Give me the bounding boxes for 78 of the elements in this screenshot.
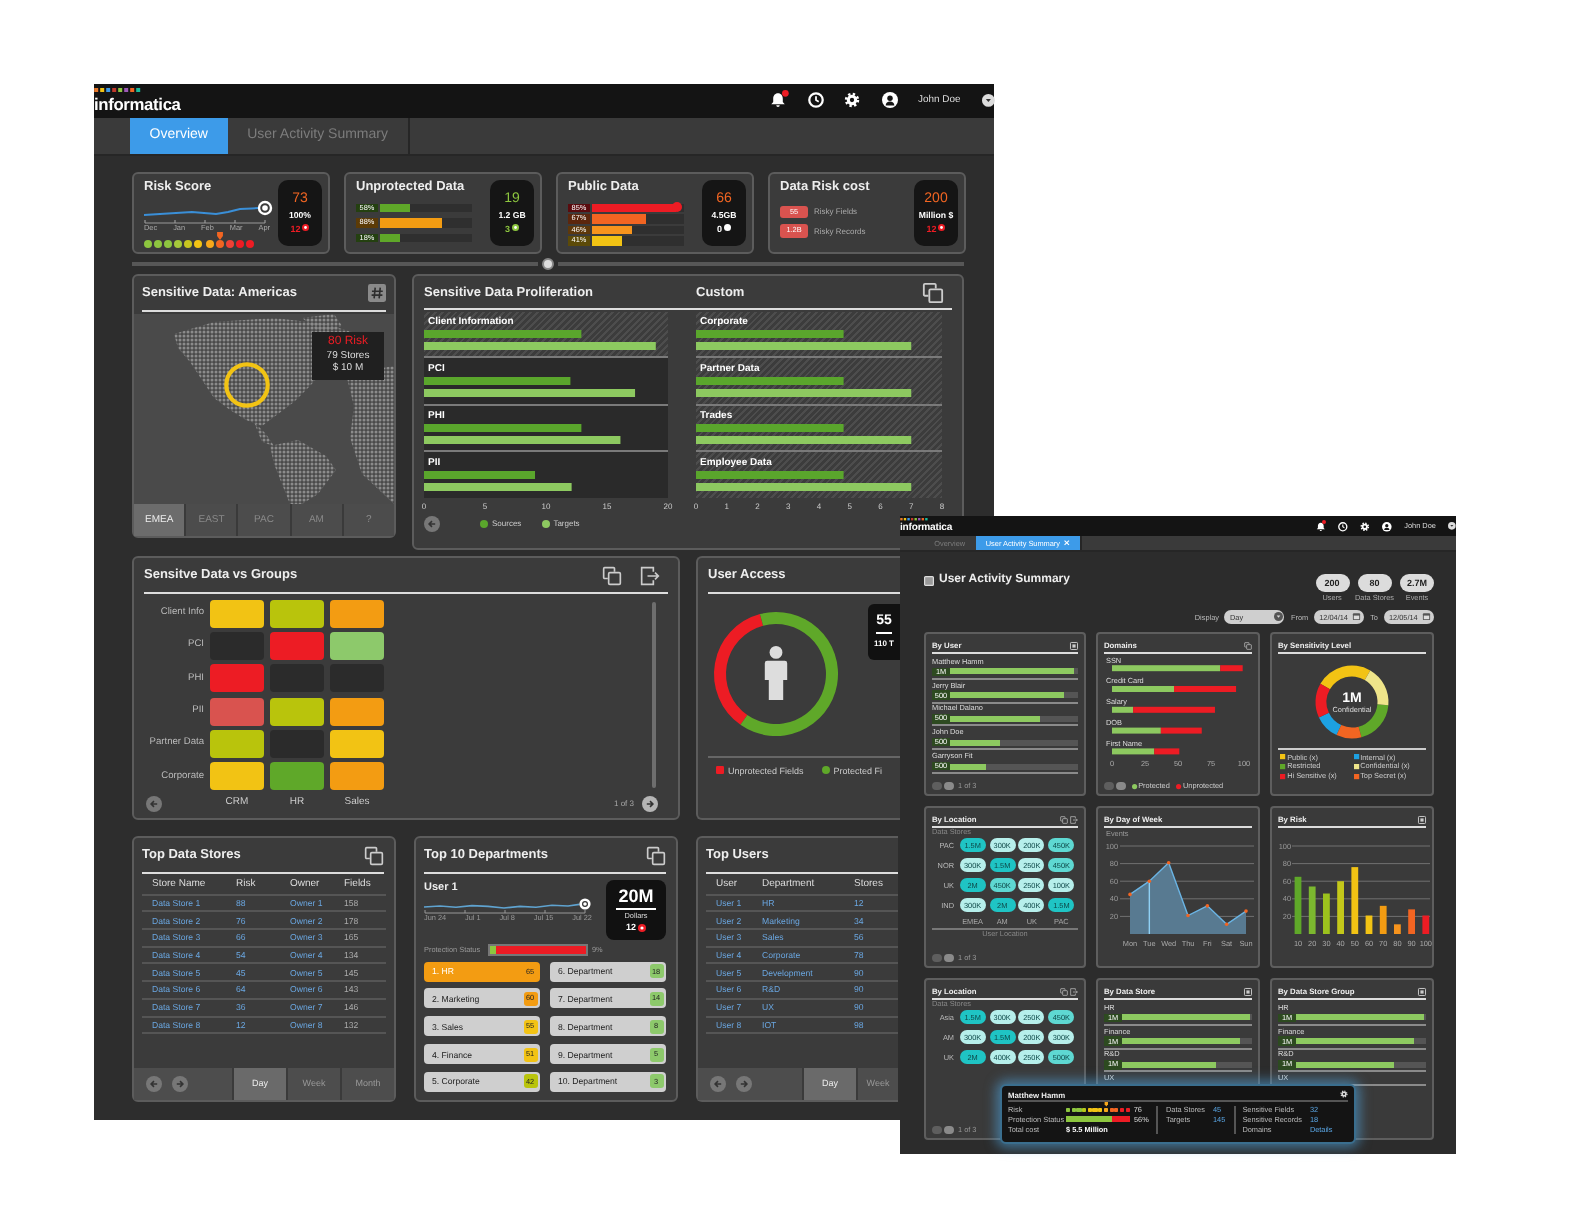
- heatmap-cell[interactable]: [330, 599, 384, 628]
- forward-button[interactable]: [736, 1075, 752, 1092]
- heatmap-cell[interactable]: [270, 599, 324, 628]
- export-icon[interactable]: [1070, 815, 1078, 824]
- forward-button[interactable]: [642, 795, 658, 812]
- back-button[interactable]: [146, 1075, 162, 1092]
- square-icon[interactable]: [1070, 641, 1078, 650]
- copy-icon[interactable]: [364, 845, 384, 866]
- heatmap-cell[interactable]: [270, 631, 324, 660]
- heatmap-cell[interactable]: [330, 762, 384, 791]
- callout-value: 20M: [616, 886, 656, 911]
- bell-icon[interactable]: [770, 92, 787, 109]
- heatmap-cell[interactable]: [270, 697, 324, 726]
- grid-line: [1292, 880, 1430, 882]
- knob-icon[interactable]: [579, 897, 591, 909]
- arrow-left-icon: [714, 1079, 722, 1088]
- square-icon[interactable]: [1244, 987, 1252, 996]
- caret-icon: [1273, 612, 1283, 622]
- arrow-right-icon: [740, 1079, 748, 1088]
- heatmap-cell[interactable]: [210, 599, 264, 628]
- caret-icon[interactable]: [981, 94, 994, 108]
- bell-icon[interactable]: [1316, 521, 1326, 531]
- heatmap-cell[interactable]: [270, 729, 324, 758]
- copy-icon[interactable]: [646, 845, 666, 866]
- next-button[interactable]: [1116, 781, 1125, 791]
- calendar-icon: [1352, 612, 1362, 622]
- user-icon[interactable]: [1382, 521, 1392, 531]
- forward-button[interactable]: [172, 1075, 188, 1092]
- splitter-handle[interactable]: [542, 257, 554, 270]
- square-icon: [924, 575, 934, 586]
- calendar-icon: [1422, 612, 1432, 622]
- arrow-left-icon: [150, 799, 158, 808]
- next-button[interactable]: [944, 1125, 953, 1135]
- copy-icon[interactable]: [1059, 815, 1067, 824]
- square-icon[interactable]: [1418, 815, 1426, 824]
- heatmap-cell[interactable]: [210, 729, 264, 758]
- heatmap-cell[interactable]: [210, 762, 264, 791]
- copy-icon[interactable]: [1059, 987, 1067, 996]
- grid-line: [1120, 863, 1254, 865]
- axis-line: [144, 218, 266, 223]
- copy-icon[interactable]: [922, 281, 944, 304]
- clock-icon[interactable]: [807, 92, 824, 109]
- logo: informatica: [94, 95, 181, 113]
- copy-icon[interactable]: [1244, 641, 1252, 650]
- heatmap-cell[interactable]: [210, 664, 264, 693]
- gear-icon[interactable]: [1340, 1090, 1348, 1099]
- bar: [424, 470, 535, 479]
- scrollbar[interactable]: [652, 601, 656, 788]
- copy-icon[interactable]: [602, 565, 622, 586]
- next-button[interactable]: [944, 953, 953, 963]
- back-button[interactable]: [710, 1075, 726, 1092]
- caret-icon[interactable]: [1448, 522, 1456, 530]
- hash-icon[interactable]: [368, 283, 386, 302]
- data-point: [1147, 879, 1152, 884]
- close-icon[interactable]: [1063, 540, 1070, 546]
- trend-sparkline: [143, 206, 260, 216]
- clock-icon[interactable]: [1338, 521, 1348, 531]
- heatmap-cell[interactable]: [330, 631, 384, 660]
- export-icon[interactable]: [640, 565, 660, 586]
- grid-line: [1292, 863, 1430, 865]
- heatmap-cell[interactable]: [330, 729, 384, 758]
- location-ring-icon[interactable]: [224, 361, 270, 408]
- export-icon[interactable]: [1070, 987, 1078, 996]
- heatmap-cell[interactable]: [270, 762, 324, 791]
- user-icon[interactable]: [881, 92, 898, 109]
- back-button[interactable]: [424, 515, 440, 532]
- arrow-right-icon: [176, 1079, 184, 1088]
- logo-dots-icon: [94, 88, 141, 93]
- heatmap-cell[interactable]: [210, 697, 264, 726]
- arrow-left-icon: [150, 1079, 158, 1088]
- square-icon[interactable]: [1418, 987, 1426, 996]
- next-button[interactable]: [944, 781, 953, 791]
- person-icon: [764, 645, 788, 700]
- back-button[interactable]: [146, 795, 162, 812]
- arrow-left-icon: [428, 519, 436, 528]
- heatmap-cell[interactable]: [210, 631, 264, 660]
- heatmap-cell[interactable]: [330, 697, 384, 726]
- arrow-right-icon: [646, 799, 654, 808]
